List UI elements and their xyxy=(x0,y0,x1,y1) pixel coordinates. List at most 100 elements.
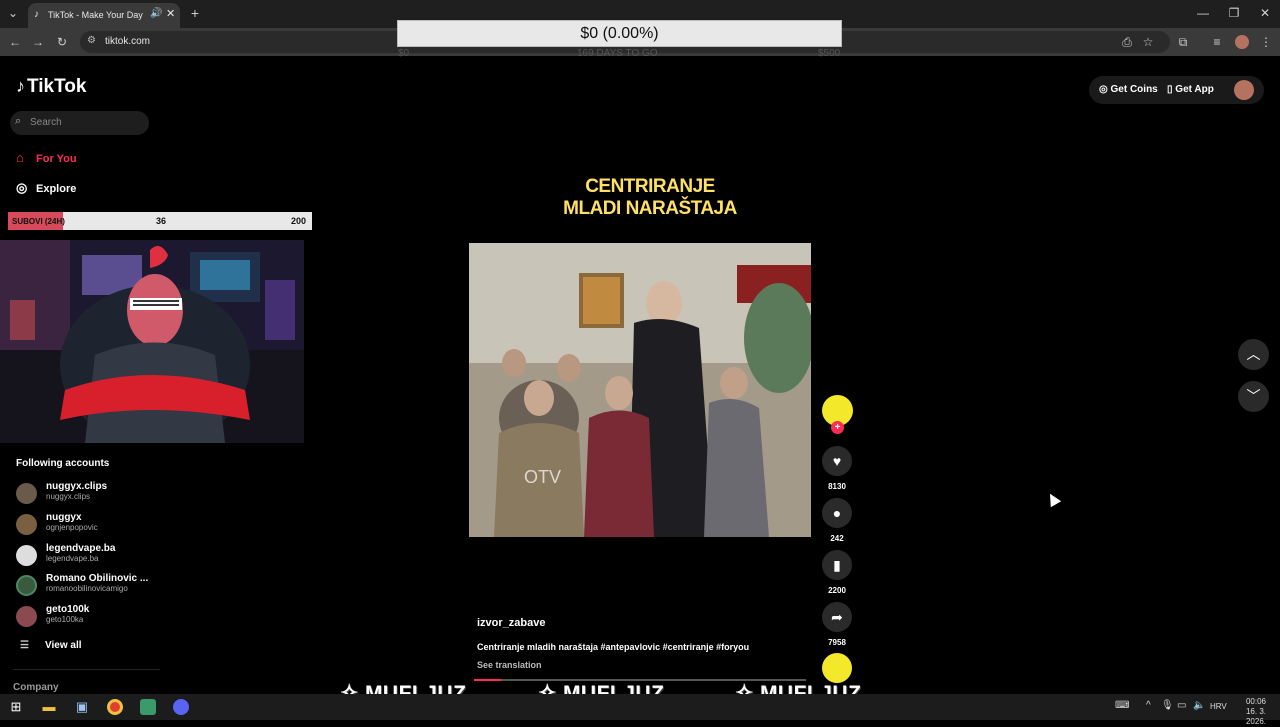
extensions-icon[interactable]: ⧉ xyxy=(1176,35,1190,50)
file-explorer-icon[interactable]: ▬ xyxy=(41,699,57,715)
search-input[interactable]: ⌕ Search xyxy=(10,111,149,135)
phone-icon: ▯ xyxy=(1167,84,1173,95)
subs-goal-target: 200 xyxy=(291,216,307,226)
donation-min-label: $0 xyxy=(398,48,410,59)
like-count: 8130 xyxy=(828,482,846,491)
mouse-cursor xyxy=(1044,490,1062,508)
see-translation-link[interactable]: See translation xyxy=(477,660,542,670)
following-title: Following accounts xyxy=(16,458,110,469)
sidebar-divider xyxy=(13,669,160,670)
donation-days-label: 169 DAYS TO GO xyxy=(577,48,658,59)
subs-goal-bar: SUBOVI (24H) 36 200 xyxy=(8,212,312,230)
user-avatar[interactable] xyxy=(1234,80,1254,100)
profile-avatar[interactable] xyxy=(1235,35,1249,49)
restore-button[interactable]: ❐ xyxy=(1227,6,1241,20)
video-overlay-title-line2: MLADI NARAŠTAJA xyxy=(563,198,737,219)
share-button[interactable]: ➦ xyxy=(822,602,852,632)
menu-kebab-icon[interactable]: ⋮ xyxy=(1259,35,1273,49)
new-tab-button[interactable]: + xyxy=(188,5,202,21)
account-handle: ognjenpopovic xyxy=(46,523,98,532)
company-link[interactable]: Company xyxy=(13,682,59,693)
clock[interactable]: 00:06 16. 3. 2026. xyxy=(1236,697,1276,727)
share-icon: ➦ xyxy=(831,609,843,625)
chevron-up-icon: ︿ xyxy=(1246,346,1261,362)
clock-date: 16. 3. 2026. xyxy=(1245,707,1267,726)
following-account[interactable]: nuggyx.clips nuggyx.clips xyxy=(16,481,166,507)
video-progress-fill xyxy=(474,679,501,681)
account-name: nuggyx.clips xyxy=(46,481,108,492)
bookmark-icon: ▮ xyxy=(833,557,841,573)
network-icon[interactable]: ▭ xyxy=(1177,700,1186,711)
bookmark-star-icon[interactable]: ☆ xyxy=(1141,35,1155,49)
nav-explore[interactable]: ◎ Explore xyxy=(16,180,76,196)
subs-goal-label: SUBOVI (24H) xyxy=(12,217,65,226)
tray-chevron-icon[interactable]: ^ xyxy=(1146,700,1151,711)
discord-icon[interactable] xyxy=(173,699,189,715)
avatar xyxy=(16,545,37,566)
account-handle: legendvape.ba xyxy=(46,554,99,563)
windows-start-icon[interactable]: ⊞ xyxy=(8,699,24,715)
back-icon[interactable]: ← xyxy=(8,35,22,49)
get-coins-button[interactable]: ◎ Get Coins xyxy=(1099,84,1158,95)
forward-icon[interactable]: → xyxy=(31,35,45,49)
donation-goal-text: $0 (0.00%) xyxy=(580,25,659,42)
volume-icon[interactable]: 🔈 xyxy=(1193,700,1205,711)
keyboard-icon[interactable]: ⌨ xyxy=(1115,700,1129,711)
app-icon[interactable] xyxy=(140,699,156,715)
video-author[interactable]: izvor_zabave xyxy=(477,617,545,629)
install-app-icon[interactable]: ⎙ xyxy=(1120,35,1134,50)
avatar xyxy=(16,575,37,596)
follow-plus-icon[interactable]: + xyxy=(831,421,844,434)
video-scene: OTV xyxy=(469,243,811,537)
list-icon: ☰ xyxy=(20,640,29,651)
music-disc[interactable] xyxy=(822,653,852,683)
microphone-icon[interactable]: 🎙 xyxy=(1161,700,1174,711)
language-indicator[interactable]: HRV xyxy=(1210,702,1227,711)
avatar xyxy=(16,514,37,535)
compass-icon: ◎ xyxy=(16,180,28,195)
avatar xyxy=(16,606,37,627)
following-account[interactable]: geto100k geto100ka xyxy=(16,604,166,630)
otv-watermark: OTV xyxy=(524,467,561,487)
tiktok-logo[interactable]: ♪ TikTok xyxy=(16,76,86,98)
nav-label: For You xyxy=(36,153,77,165)
tab-audio-icon[interactable]: 🔊 xyxy=(150,8,162,19)
video-overlay-title: CENTRIRANJE MLADI NARAŠTAJA xyxy=(540,176,760,220)
account-name: nuggyx xyxy=(46,512,82,523)
next-video-button[interactable]: ﹀ xyxy=(1238,381,1269,412)
like-button[interactable]: ♥ xyxy=(822,446,852,476)
following-account[interactable]: legendvape.ba legendvape.ba xyxy=(16,543,166,569)
tab-title: TikTok - Make Your Day xyxy=(48,10,143,20)
following-account[interactable]: nuggyx ognjenpopovic xyxy=(16,512,166,538)
search-icon: ⌕ xyxy=(15,115,22,127)
previous-video-button[interactable]: ︿ xyxy=(1238,339,1269,370)
account-name: legendvape.ba xyxy=(46,543,116,554)
minimize-button[interactable]: — xyxy=(1196,6,1210,20)
view-all-button[interactable]: ☰ View all xyxy=(20,640,82,651)
reload-icon[interactable]: ↻ xyxy=(55,35,69,49)
chrome-icon[interactable] xyxy=(107,699,123,715)
media-control-icon[interactable]: ≡ xyxy=(1210,35,1224,49)
url-text: tiktok.com xyxy=(105,36,151,47)
tiktok-favicon-icon: ♪ xyxy=(34,9,39,20)
search-placeholder: Search xyxy=(30,117,62,128)
tab-close-icon[interactable]: ✕ xyxy=(166,7,175,20)
nav-for-you[interactable]: ⌂ For You xyxy=(16,150,77,165)
comment-button[interactable]: ● xyxy=(822,498,852,528)
view-all-label: View all xyxy=(45,640,82,651)
browser-tab[interactable]: ♪ TikTok - Make Your Day 🔊 ✕ xyxy=(28,3,180,28)
site-info-icon[interactable]: ⚙ xyxy=(87,35,96,46)
share-count: 7958 xyxy=(828,638,846,647)
get-app-button[interactable]: ▯ Get App xyxy=(1167,84,1214,95)
store-icon[interactable]: ▣ xyxy=(74,699,90,715)
video-description: Centriranje mladih naraštaja #antepavlov… xyxy=(477,642,750,652)
account-name: Romano Obilinovic ... xyxy=(46,573,149,584)
comment-icon: ● xyxy=(832,505,842,521)
close-window-button[interactable]: ✕ xyxy=(1258,6,1272,20)
tab-search-icon[interactable]: ⌄ xyxy=(5,6,21,20)
following-account[interactable]: Romano Obilinovic ... romanoobilinovicam… xyxy=(16,573,166,599)
subs-goal-current: 36 xyxy=(156,216,167,226)
heart-icon: ♥ xyxy=(832,453,842,469)
video-player[interactable]: OTV xyxy=(469,243,811,537)
save-button[interactable]: ▮ xyxy=(822,550,852,580)
